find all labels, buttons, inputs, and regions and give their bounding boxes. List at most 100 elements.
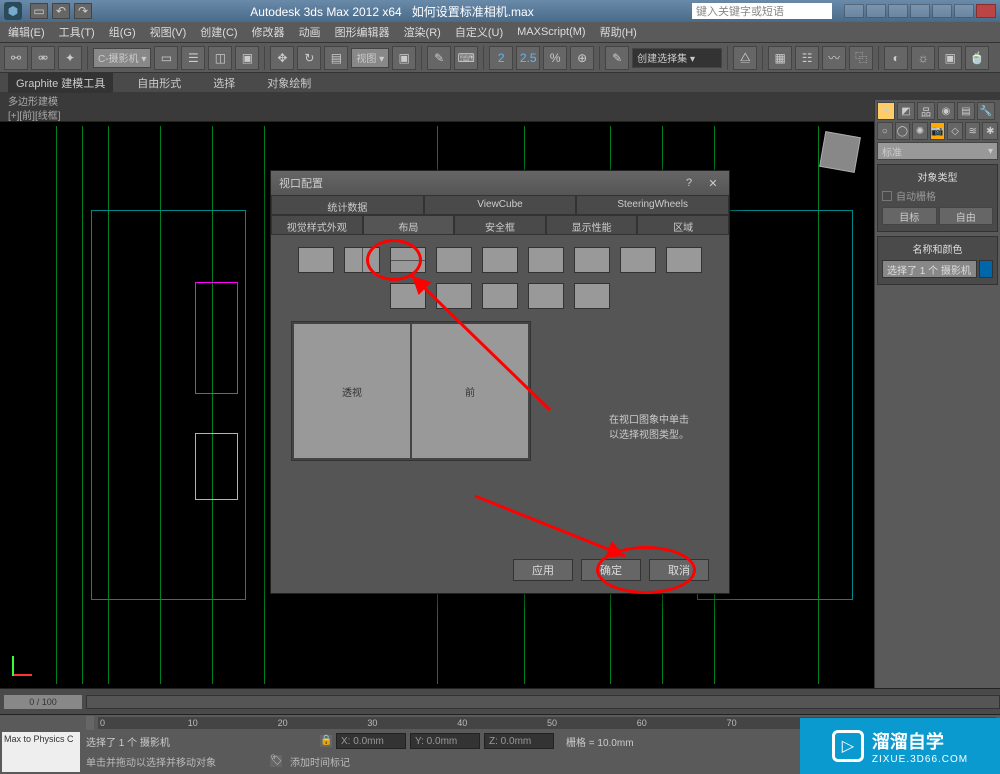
layout-11[interactable] xyxy=(436,283,472,309)
trackbar-handle[interactable] xyxy=(86,716,94,730)
menu-maxscript[interactable]: MAXScript(M) xyxy=(517,26,585,38)
menu-view[interactable]: 视图(V) xyxy=(150,24,187,40)
render-icon[interactable]: 🍵 xyxy=(965,46,989,70)
time-slider-thumb[interactable]: 0 / 100 xyxy=(4,695,82,709)
maxscript-listener[interactable]: Max to Physics C xyxy=(2,732,80,772)
ok-button[interactable]: 确定 xyxy=(581,559,641,581)
layout-10[interactable] xyxy=(390,283,426,309)
lock-icon[interactable]: 🔒 xyxy=(320,735,332,747)
manipulate-icon[interactable]: ✎ xyxy=(427,46,451,70)
scale-icon[interactable]: ▤ xyxy=(324,46,348,70)
time-ruler[interactable] xyxy=(86,695,1000,709)
rotate-icon[interactable]: ↻ xyxy=(297,46,321,70)
camera-type-combo[interactable]: 标准▾ xyxy=(877,142,998,160)
tab-regions[interactable]: 区域 xyxy=(637,215,729,235)
menu-tools[interactable]: 工具(T) xyxy=(59,24,95,40)
tab-steeringwheels[interactable]: SteeringWheels xyxy=(576,195,729,215)
render-setup-icon[interactable]: ☼ xyxy=(911,46,935,70)
cameras-icon[interactable]: 📷 xyxy=(930,122,946,140)
systems-icon[interactable]: ✱ xyxy=(982,122,998,140)
addtime-label[interactable]: 添加时间标记 xyxy=(290,754,350,769)
layout-13[interactable] xyxy=(528,283,564,309)
layout-12[interactable] xyxy=(482,283,518,309)
layout-8[interactable] xyxy=(620,247,656,273)
qa-redo-icon[interactable]: ↷ xyxy=(74,3,92,19)
layout-5[interactable] xyxy=(482,247,518,273)
viewcube[interactable] xyxy=(819,131,861,173)
layers-icon[interactable]: ☷ xyxy=(795,46,819,70)
layout-4[interactable] xyxy=(436,247,472,273)
icon-4[interactable] xyxy=(910,4,930,18)
geometry-icon[interactable]: ○ xyxy=(877,122,893,140)
spacewarps-icon[interactable]: ≋ xyxy=(965,122,981,140)
named-selset-combo[interactable]: 创建选择集 ▾ xyxy=(632,48,722,68)
preview-left[interactable]: 透视 xyxy=(294,324,410,458)
menu-help[interactable]: 帮助(H) xyxy=(600,24,637,40)
menu-grapheditors[interactable]: 图形编辑器 xyxy=(335,24,390,40)
tag-icon[interactable]: 🏷 xyxy=(270,755,282,767)
cancel-button[interactable]: 取消 xyxy=(649,559,709,581)
ribbon-tab-selection[interactable]: 选择 xyxy=(205,73,243,93)
layout-1[interactable] xyxy=(298,247,334,273)
refcoord-combo[interactable]: 视图 ▾ xyxy=(351,48,389,68)
minimize-icon[interactable] xyxy=(932,4,952,18)
align-icon[interactable]: ▦ xyxy=(768,46,792,70)
dialog-help-icon[interactable]: ? xyxy=(681,177,697,190)
icon-3[interactable] xyxy=(888,4,908,18)
help-search-input[interactable]: 键入关键字或短语 xyxy=(692,3,832,19)
y-coord[interactable]: Y: 0.0mm xyxy=(410,733,480,749)
hierarchy-tab-icon[interactable]: 品 xyxy=(917,102,935,120)
dialog-titlebar[interactable]: 视口配置 ? ✕ xyxy=(271,171,729,195)
z-coord[interactable]: Z: 0.0mm xyxy=(484,733,554,749)
target-camera-button[interactable]: 目标 xyxy=(882,207,937,225)
apply-button[interactable]: 应用 xyxy=(513,559,573,581)
layout-14[interactable] xyxy=(574,283,610,309)
menu-customize[interactable]: 自定义(U) xyxy=(455,24,503,40)
ribbon-tab-paint[interactable]: 对象绘制 xyxy=(259,73,319,93)
viewport-label[interactable]: [+][前][线框] xyxy=(0,108,1000,122)
layout-7[interactable] xyxy=(574,247,610,273)
layout-2[interactable] xyxy=(344,247,380,273)
material-icon[interactable]: ◐ xyxy=(884,46,908,70)
qa-open-icon[interactable]: ▭ xyxy=(30,3,48,19)
render-frame-icon[interactable]: ▣ xyxy=(938,46,962,70)
menu-edit[interactable]: 编辑(E) xyxy=(8,24,45,40)
object-name-field[interactable]: 选择了 1 个 摄影机 xyxy=(882,260,977,278)
curve-editor-icon[interactable]: 〰 xyxy=(822,46,846,70)
menu-animation[interactable]: 动画 xyxy=(299,24,321,40)
selection-filter-combo[interactable]: C-摄影机 ▾ xyxy=(93,48,151,68)
edit-selset-icon[interactable]: ✎ xyxy=(605,46,629,70)
layout-9[interactable] xyxy=(666,247,702,273)
maximize-icon[interactable] xyxy=(954,4,974,18)
tab-stats[interactable]: 统计数据 xyxy=(271,195,424,215)
autogrid-checkbox[interactable]: 自动栅格 xyxy=(882,188,993,203)
pivot-icon[interactable]: ▣ xyxy=(392,46,416,70)
free-camera-button[interactable]: 自由 xyxy=(939,207,994,225)
close-icon[interactable] xyxy=(976,4,996,18)
lights-icon[interactable]: ✺ xyxy=(912,122,928,140)
tab-visual[interactable]: 视觉样式外观 xyxy=(271,215,363,235)
spinner-snap-icon[interactable]: ⊕ xyxy=(570,46,594,70)
color-swatch[interactable] xyxy=(979,260,993,278)
keyboard-icon[interactable]: ⌨ xyxy=(454,46,478,70)
menu-rendering[interactable]: 渲染(R) xyxy=(404,24,441,40)
snap-icon[interactable]: 2 xyxy=(489,46,513,70)
select-icon[interactable]: ▭ xyxy=(154,46,178,70)
x-coord[interactable]: X: 0.0mm xyxy=(336,733,406,749)
window-crossing-icon[interactable]: ▣ xyxy=(235,46,259,70)
create-tab-icon[interactable]: ☀ xyxy=(877,102,895,120)
utilities-tab-icon[interactable]: 🔧 xyxy=(977,102,995,120)
tab-display[interactable]: 显示性能 xyxy=(546,215,638,235)
menu-create[interactable]: 创建(C) xyxy=(200,24,237,40)
tab-safeframe[interactable]: 安全框 xyxy=(454,215,546,235)
mirror-icon[interactable]: ⧋ xyxy=(733,46,757,70)
ribbon-tab-freeform[interactable]: 自由形式 xyxy=(129,73,189,93)
move-icon[interactable]: ✥ xyxy=(270,46,294,70)
link-icon[interactable]: ⚯ xyxy=(4,46,28,70)
shapes-icon[interactable]: ◯ xyxy=(895,122,911,140)
qa-undo-icon[interactable]: ↶ xyxy=(52,3,70,19)
menu-group[interactable]: 组(G) xyxy=(109,24,136,40)
unlink-icon[interactable]: ⚮ xyxy=(31,46,55,70)
menu-modifiers[interactable]: 修改器 xyxy=(252,24,285,40)
percent-snap-icon[interactable]: % xyxy=(543,46,567,70)
